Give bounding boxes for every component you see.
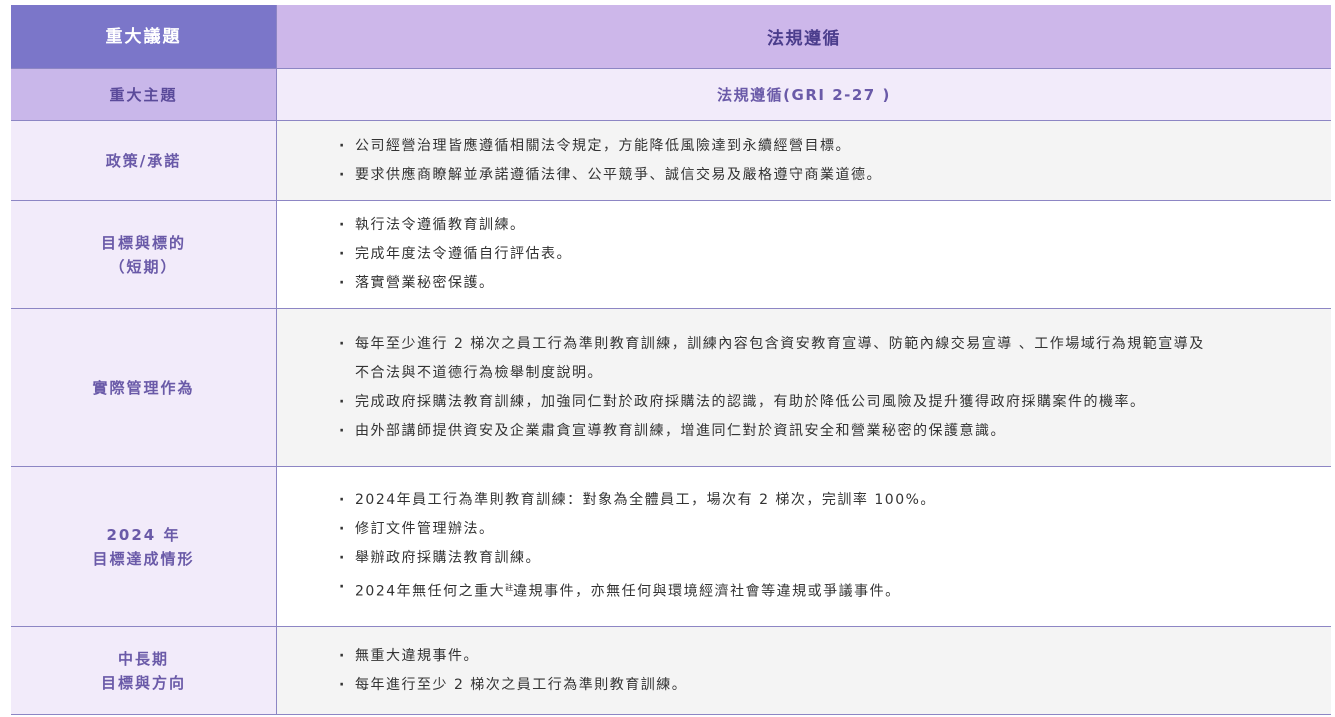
list-item: 2024年無任何之重大註違規事件，亦無任何與環境經濟社會等違規或爭議事件。 [339, 573, 1331, 607]
table-subheader-row: 重大主題 法規遵循(GRI 2-27 ) [11, 69, 1331, 121]
table-row-policy: 政策/承諾 公司經營治理皆應遵循相關法令規定，方能降低風險達到永續經營目標。 要… [11, 121, 1331, 201]
subheader-topic-value: 法規遵循(GRI 2-27 ) [277, 69, 1331, 120]
row-label-line: 中長期 [117, 649, 169, 668]
list-item: 執行法令遵循教育訓練。 [339, 211, 1331, 240]
list-item: 公司經營治理皆應遵循相關法令規定，方能降低風險達到永續經營目標。 [339, 132, 1331, 161]
list-item: 每年進行至少 2 梯次之員工行為準則教育訓練。 [339, 671, 1331, 700]
row-label-2024-achievement: 2024 年 目標達成情形 [11, 467, 277, 626]
compliance-table: 重大議題 法規遵循 重大主題 法規遵循(GRI 2-27 ) 政策/承諾 公司經… [11, 5, 1331, 715]
row-label-line: 目標與標的 [100, 233, 186, 252]
row-label-line: 政策/承諾 [105, 151, 182, 170]
row-label-line: 實際管理作為 [92, 378, 195, 397]
row-label-policy: 政策/承諾 [11, 121, 277, 200]
row-label-line: （短期） [109, 257, 178, 276]
list-item: 無重大違規事件。 [339, 642, 1331, 671]
row-label-line: 目標達成情形 [92, 549, 195, 568]
subheader-topic-label: 重大主題 [11, 69, 277, 120]
list-item: 由外部講師提供資安及企業肅貪宣導教育訓練，增進同仁對於資訊安全和營業秘密的保護意… [339, 417, 1331, 446]
list-item-text: 違規事件，亦無任何與環境經濟社會等違規或爭議事件。 [513, 583, 901, 600]
table-row-management-actions: 實際管理作為 每年至少進行 2 梯次之員工行為準則教育訓練，訓練內容包含資安教育… [11, 309, 1331, 467]
list-item-line: 每年至少進行 2 梯次之員工行為準則教育訓練，訓練內容包含資安教育宣導、防範內線… [355, 335, 1205, 352]
row-content-2024-achievement: 2024年員工行為準則教育訓練：對象為全體員工，場次有 2 梯次，完訓率 100… [277, 467, 1331, 626]
list-item-text: 2024年無任何之重大 [355, 583, 506, 600]
list-item: 每年至少進行 2 梯次之員工行為準則教育訓練，訓練內容包含資安教育宣導、防範內線… [339, 330, 1331, 388]
table-row-2024-achievement: 2024 年 目標達成情形 2024年員工行為準則教育訓練：對象為全體員工，場次… [11, 467, 1331, 627]
row-label-management-actions: 實際管理作為 [11, 309, 277, 466]
list-item: 完成政府採購法教育訓練，加強同仁對於政府採購法的認識，有助於降低公司風險及提升獲… [339, 388, 1331, 417]
row-content-policy: 公司經營治理皆應遵循相關法令規定，方能降低風險達到永續經營目標。 要求供應商瞭解… [277, 121, 1331, 200]
footnote-mark: 註 [505, 583, 514, 593]
list-item-line: 不合法與不道德行為檢舉制度說明。 [355, 364, 603, 381]
row-label-long-term-goals: 中長期 目標與方向 [11, 627, 277, 714]
list-item: 修訂文件管理辦法。 [339, 515, 1331, 544]
table-row-short-term-targets: 目標與標的 （短期） 執行法令遵循教育訓練。 完成年度法令遵循自行評估表。 落實… [11, 201, 1331, 309]
header-issue-value: 法規遵循 [277, 5, 1331, 68]
row-label-short-term-targets: 目標與標的 （短期） [11, 201, 277, 308]
header-issue-label: 重大議題 [11, 5, 277, 68]
row-content-long-term-goals: 無重大違規事件。 每年進行至少 2 梯次之員工行為準則教育訓練。 [277, 627, 1331, 714]
row-label-line: 目標與方向 [100, 673, 186, 692]
list-item: 落實營業秘密保護。 [339, 269, 1331, 298]
list-item: 完成年度法令遵循自行評估表。 [339, 240, 1331, 269]
row-content-management-actions: 每年至少進行 2 梯次之員工行為準則教育訓練，訓練內容包含資安教育宣導、防範內線… [277, 309, 1331, 466]
list-item: 2024年員工行為準則教育訓練：對象為全體員工，場次有 2 梯次，完訓率 100… [339, 486, 1331, 515]
row-content-short-term-targets: 執行法令遵循教育訓練。 完成年度法令遵循自行評估表。 落實營業秘密保護。 [277, 201, 1331, 308]
table-header-row: 重大議題 法規遵循 [11, 5, 1331, 69]
row-label-line: 2024 年 [106, 525, 181, 544]
table-row-long-term-goals: 中長期 目標與方向 無重大違規事件。 每年進行至少 2 梯次之員工行為準則教育訓… [11, 627, 1331, 715]
list-item: 舉辦政府採購法教育訓練。 [339, 544, 1331, 573]
list-item: 要求供應商瞭解並承諾遵循法律、公平競爭、誠信交易及嚴格遵守商業道德。 [339, 161, 1331, 190]
